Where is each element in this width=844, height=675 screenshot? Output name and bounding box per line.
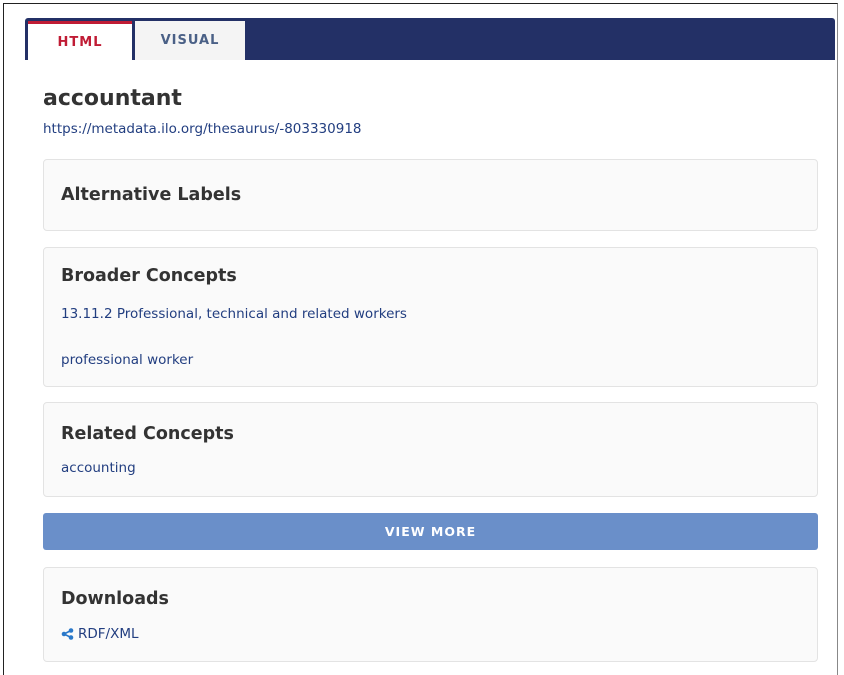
alternative-labels-heading: Alternative Labels [61, 185, 242, 205]
tab-bar: HTML VISUAL [25, 18, 835, 60]
related-concepts-heading: Related Concepts [61, 424, 234, 444]
related-concept-link[interactable]: accounting [61, 459, 136, 477]
share-icon [61, 628, 74, 640]
broader-concepts-card: Broader Concepts 13.11.2 Professional, t… [43, 247, 818, 387]
broader-concepts-heading: Broader Concepts [61, 266, 237, 286]
tab-visual[interactable]: VISUAL [135, 21, 245, 60]
view-more-button[interactable]: VIEW MORE [43, 513, 818, 550]
downloads-heading: Downloads [61, 589, 169, 609]
tab-html[interactable]: HTML [28, 21, 132, 60]
concept-uri-link[interactable]: https://metadata.ilo.org/thesaurus/-8033… [43, 120, 362, 138]
alternative-labels-card: Alternative Labels [43, 159, 818, 231]
rdf-xml-download-link[interactable]: RDF/XML [61, 625, 139, 643]
page-title: accountant [43, 86, 182, 111]
download-label: RDF/XML [78, 626, 139, 642]
downloads-card: Downloads RDF/XML [43, 567, 818, 662]
related-concepts-card: Related Concepts accounting [43, 402, 818, 497]
broader-concept-link[interactable]: 13.11.2 Professional, technical and rela… [61, 305, 407, 323]
broader-concept-link[interactable]: professional worker [61, 351, 193, 369]
